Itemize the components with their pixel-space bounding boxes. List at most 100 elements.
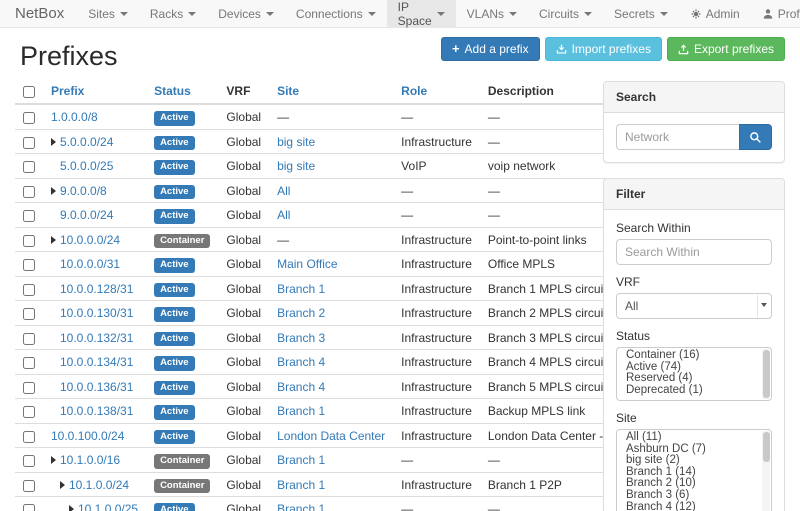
status-badge: Active [154,185,195,200]
row-checkbox[interactable] [23,210,35,222]
select-option[interactable]: Branch 3 (6) [617,490,771,502]
prefix-link[interactable]: 10.1.0.0/25 [78,502,138,511]
prefix-link[interactable]: 10.0.0.0/24 [60,233,120,247]
prefix-link[interactable]: 5.0.0.0/24 [60,135,113,149]
search-button[interactable] [739,124,772,150]
row-checkbox[interactable] [23,308,35,320]
prefix-link[interactable]: 10.0.0.138/31 [60,404,133,418]
table-row: 10.0.0.138/31ActiveGlobalBranch 1Infrast… [15,399,697,424]
select-option[interactable]: Branch 4 (12) [617,502,771,511]
nav-item-devices[interactable]: Devices [207,0,285,27]
prefix-link[interactable]: 9.0.0.0/24 [60,208,113,222]
site-link[interactable]: big site [277,135,315,149]
site-link[interactable]: London Data Center [277,429,385,443]
site-listbox[interactable]: All (11)Ashburn DC (7)big site (2)Branch… [616,429,772,511]
empty-value: — [488,453,500,467]
navbar: NetBox SitesRacksDevices Connections IP Sp… [0,0,800,28]
site-link[interactable]: All [277,184,290,198]
prefix-link[interactable]: 5.0.0.0/25 [60,159,113,173]
site-link[interactable]: Branch 4 [277,380,325,394]
row-checkbox[interactable] [23,357,35,369]
description-value: Branch 1 P2P [488,478,562,492]
prefix-link[interactable]: 10.0.0.0/31 [60,257,120,271]
import-prefixes-button[interactable]: Import prefixes [545,37,662,61]
status-listbox[interactable]: Container (16)Active (74)Reserved (4)Dep… [616,347,772,401]
site-link[interactable]: Branch 3 [277,331,325,345]
column-header-status: Status [146,81,218,104]
nav-item-vlans[interactable]: VLANs [456,0,528,27]
status-badge: Container [154,454,210,469]
row-checkbox[interactable] [23,431,35,443]
nav-item-ip-space[interactable]: IP Space [387,0,456,27]
vrf-value: Global [226,502,261,511]
vrf-value: Global [226,478,261,492]
sort-link[interactable]: Status [154,84,191,98]
prefix-link[interactable]: 10.0.100.0/24 [51,429,124,443]
select-option[interactable]: Container (16) [617,350,771,362]
nav-item-circuits[interactable]: Circuits [528,0,603,27]
sort-link[interactable]: Role [401,84,427,98]
prefix-link[interactable]: 10.0.0.132/31 [60,331,133,345]
row-checkbox[interactable] [23,284,35,296]
row-checkbox[interactable] [23,161,35,173]
prefix-link[interactable]: 10.1.0.0/16 [60,453,120,467]
nav-item-sites[interactable]: Sites [77,0,139,27]
prefix-link[interactable]: 10.0.0.130/31 [60,306,133,320]
site-link[interactable]: All [277,208,290,222]
row-checkbox[interactable] [23,333,35,345]
prefix-link[interactable]: 1.0.0.0/8 [51,110,98,124]
row-checkbox[interactable] [23,112,35,124]
prefix-link[interactable]: 10.1.0.0/24 [69,478,129,492]
table-row: 10.1.0.0/24ContainerGlobalBranch 1Infras… [15,472,697,497]
row-checkbox[interactable] [23,137,35,149]
site-link[interactable]: Branch 1 [277,502,325,511]
scrollbar-thumb[interactable] [763,350,770,398]
prefix-link[interactable]: 10.0.0.136/31 [60,380,133,394]
row-checkbox[interactable] [23,259,35,271]
row-checkbox[interactable] [23,480,35,492]
prefix-link[interactable]: 9.0.0.0/8 [60,184,107,198]
vrf-select[interactable]: All [616,293,772,319]
table-header-row: PrefixStatusVRFSiteRoleDescription [15,81,697,104]
nav-item-admin[interactable]: Admin [679,0,751,27]
site-link[interactable]: Branch 1 [277,453,325,467]
vrf-value: Global [226,135,261,149]
select-option[interactable]: All (11) [617,432,771,444]
nav-item-profile[interactable]: Profile [751,0,800,27]
scrollbar-thumb[interactable] [763,432,770,462]
select-all-checkbox[interactable] [23,86,35,98]
site-link[interactable]: Branch 4 [277,355,325,369]
vrf-value: Global [226,257,261,271]
prefix-link[interactable]: 10.0.0.128/31 [60,282,133,296]
select-option[interactable]: Deprecated (1) [617,385,771,397]
row-checkbox[interactable] [23,406,35,418]
empty-value: — [401,110,413,124]
depth-indent [51,316,60,317]
site-link[interactable]: Branch 2 [277,306,325,320]
sort-link[interactable]: Site [277,84,299,98]
brand-logo[interactable]: NetBox [0,0,77,27]
row-checkbox[interactable] [23,455,35,467]
sort-link[interactable]: Prefix [51,84,84,98]
site-link[interactable]: Main Office [277,257,337,271]
add-prefix-button[interactable]: + Add a prefix [441,37,540,61]
nav-item-racks[interactable]: Racks [139,0,207,27]
row-checkbox[interactable] [23,235,35,247]
nav-item-label: Connections [296,7,363,21]
prefix-link[interactable]: 10.0.0.134/31 [60,355,133,369]
table-row: 9.0.0.0/8ActiveGlobalAll—— [15,178,697,203]
nav-item-connections[interactable]: Connections [285,0,387,27]
site-link[interactable]: Branch 1 [277,282,325,296]
search-within-input[interactable] [616,239,772,265]
site-link[interactable]: Branch 1 [277,478,325,492]
row-checkbox[interactable] [23,382,35,394]
search-input[interactable] [616,124,739,150]
row-checkbox[interactable] [23,186,35,198]
chevron-down-icon [761,303,767,307]
vrf-value: Global [226,306,261,320]
site-link[interactable]: Branch 1 [277,404,325,418]
export-prefixes-button[interactable]: Export prefixes [667,37,785,61]
row-checkbox[interactable] [23,504,35,511]
nav-item-secrets[interactable]: Secrets [603,0,679,27]
site-link[interactable]: big site [277,159,315,173]
